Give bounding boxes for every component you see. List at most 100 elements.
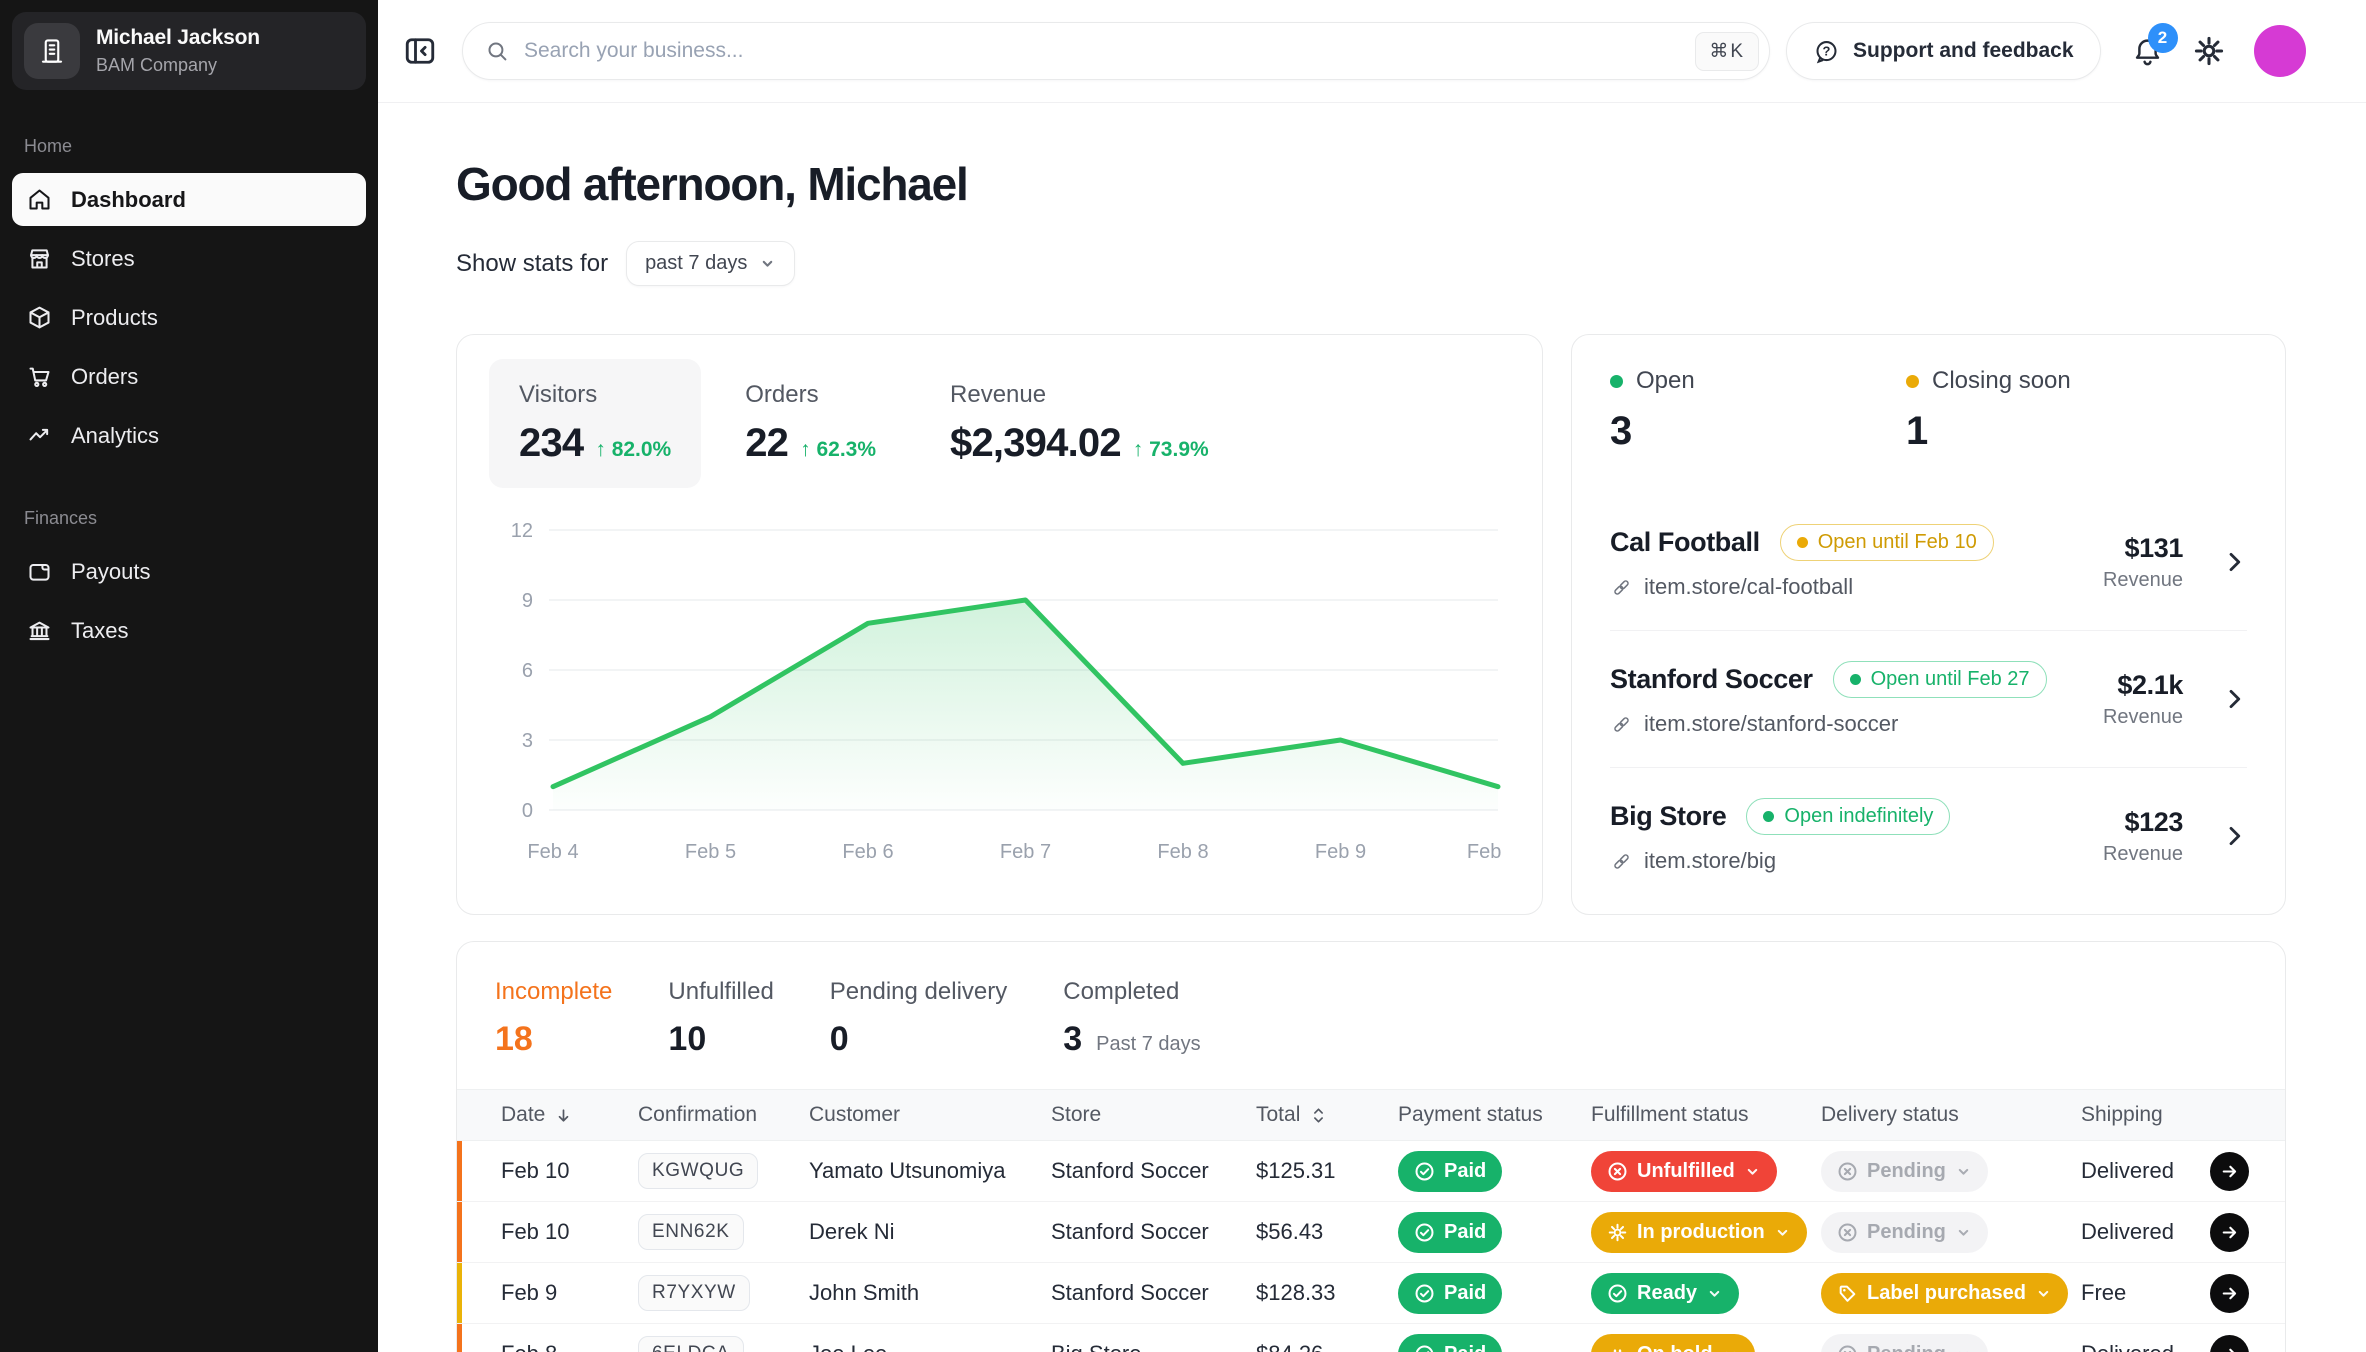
company-logo-icon xyxy=(24,23,80,79)
payment-status-badge: Paid xyxy=(1398,1273,1502,1314)
sort-desc-icon xyxy=(554,1106,573,1125)
open-order-button[interactable] xyxy=(2210,1152,2249,1191)
table-row[interactable]: Feb 9 R7YXYW John Smith Stanford Soccer … xyxy=(457,1263,2285,1324)
svg-text:12: 12 xyxy=(511,520,533,542)
stat-tile-visitors[interactable]: Visitors 234 ↑ 82.0% xyxy=(489,359,701,488)
confirmation-code: 6ELDCA xyxy=(638,1336,744,1352)
table-row[interactable]: Feb 10 KGWQUG Yamato Utsunomiya Stanford… xyxy=(457,1141,2285,1202)
closing-soon-count: 1 xyxy=(1906,409,2202,454)
visitors-delta: ↑ 82.0% xyxy=(595,438,671,462)
column-header-store: Store xyxy=(1051,1103,1256,1127)
table-row[interactable]: Feb 10 ENN62K Derek Ni Stanford Soccer $… xyxy=(457,1202,2285,1263)
user-avatar[interactable] xyxy=(2254,25,2306,77)
sidebar-item-products[interactable]: Products xyxy=(12,291,366,344)
closing-soon-stat: Closing soon 1 xyxy=(1906,367,2202,454)
store-status-badge: Open indefinitely xyxy=(1746,798,1950,835)
table-row[interactable]: Feb 8 6ELDCA Joe Lee Big Store $84.26 Pa… xyxy=(457,1324,2285,1352)
sidebar-item-dashboard[interactable]: Dashboard xyxy=(12,173,366,226)
fulfillment-status-select[interactable]: Ready xyxy=(1591,1273,1739,1314)
svg-text:?: ? xyxy=(1823,43,1831,58)
chevron-down-icon xyxy=(2035,1285,2052,1302)
support-feedback-button[interactable]: ? Support and feedback xyxy=(1786,22,2101,80)
open-order-button[interactable] xyxy=(2210,1213,2249,1252)
delivery-status-select[interactable]: Pending xyxy=(1821,1151,1988,1192)
open-stores-stat: Open 3 xyxy=(1610,367,1906,454)
sidebar-item-analytics[interactable]: Analytics xyxy=(12,409,366,462)
sidebar-section-home: Home xyxy=(24,136,354,157)
column-header-date[interactable]: Date xyxy=(501,1103,638,1127)
dashboard-app: Michael Jackson BAM Company Home Dashboa… xyxy=(0,0,2366,1352)
order-shipping: Delivered xyxy=(2081,1341,2193,1352)
chevron-down-icon xyxy=(759,255,776,272)
sidebar-item-orders[interactable]: Orders xyxy=(12,350,366,403)
delivery-status-select[interactable]: Label purchased xyxy=(1821,1273,2068,1314)
store-row-big-store[interactable]: Big Store Open indefinitely item.store/b… xyxy=(1610,767,2247,904)
column-header-customer: Customer xyxy=(809,1103,1051,1127)
check-circle-icon xyxy=(1414,1222,1435,1243)
order-store: Stanford Soccer xyxy=(1051,1280,1256,1306)
order-store: Stanford Soccer xyxy=(1051,1219,1256,1245)
x-circle-icon xyxy=(1837,1161,1858,1182)
stat-tile-orders[interactable]: Orders 22 ↑ 62.3% xyxy=(715,359,906,488)
date-range-select[interactable]: past 7 days xyxy=(626,241,795,286)
payment-status-badge: Paid xyxy=(1398,1212,1502,1253)
sidebar-item-payouts[interactable]: Payouts xyxy=(12,545,366,598)
tab-unfulfilled[interactable]: Unfulfilled 10 xyxy=(668,978,773,1059)
confirmation-code: KGWQUG xyxy=(638,1153,758,1189)
storefront-icon xyxy=(26,245,53,272)
search-bar[interactable]: ⌘K xyxy=(462,22,1770,80)
sidebar: Michael Jackson BAM Company Home Dashboa… xyxy=(0,0,378,1352)
package-icon xyxy=(26,304,53,331)
tag-icon xyxy=(1837,1283,1858,1304)
page-title: Good afternoon, Michael xyxy=(456,157,2286,211)
link-icon xyxy=(1610,850,1633,873)
svg-text:Feb 9: Feb 9 xyxy=(1315,841,1366,863)
link-icon xyxy=(1610,713,1633,736)
store-url-link[interactable]: item.store/cal-football xyxy=(1610,574,2103,600)
notifications-button[interactable]: 2 xyxy=(2131,35,2164,68)
settings-button[interactable] xyxy=(2192,34,2226,68)
delivery-status-select[interactable]: Pending xyxy=(1821,1212,1988,1253)
tab-incomplete[interactable]: Incomplete 18 xyxy=(495,978,612,1059)
delivery-status-select[interactable]: Pending xyxy=(1821,1334,1988,1352)
store-row-cal-football[interactable]: Cal Football Open until Feb 10 item.stor… xyxy=(1610,494,2247,630)
tab-pending-delivery[interactable]: Pending delivery 0 xyxy=(830,978,1007,1059)
tab-completed[interactable]: Completed 3 Past 7 days xyxy=(1063,978,1200,1059)
arrow-right-icon xyxy=(2219,1344,2240,1352)
analytics-icon xyxy=(26,422,53,449)
chevron-down-icon xyxy=(1955,1163,1972,1180)
store-revenue: $131 Revenue xyxy=(2103,533,2183,592)
store-status-badge: Open until Feb 10 xyxy=(1780,524,1994,561)
order-store: Stanford Soccer xyxy=(1051,1158,1256,1184)
search-input[interactable] xyxy=(524,39,1681,63)
store-url-link[interactable]: item.store/stanford-soccer xyxy=(1610,711,2103,737)
gear-icon xyxy=(2192,34,2226,68)
fulfillment-status-select[interactable]: On hold xyxy=(1591,1334,1755,1352)
visitors-value: 234 xyxy=(519,421,583,466)
sidebar-item-stores[interactable]: Stores xyxy=(12,232,366,285)
orders-delta: ↑ 62.3% xyxy=(800,438,876,462)
store-row-stanford-soccer[interactable]: Stanford Soccer Open until Feb 27 item.s… xyxy=(1610,630,2247,767)
column-header-total[interactable]: Total xyxy=(1256,1103,1398,1127)
closing-soon-status-dot xyxy=(1906,375,1919,388)
open-order-button[interactable] xyxy=(2210,1335,2249,1352)
keyboard-shortcut-badge: ⌘K xyxy=(1695,32,1759,71)
fulfillment-status-select[interactable]: In production xyxy=(1591,1212,1807,1253)
order-customer: Derek Ni xyxy=(809,1219,1051,1245)
payment-status-badge: Paid xyxy=(1398,1151,1502,1192)
sidebar-collapse-button[interactable] xyxy=(402,33,438,69)
open-count: 3 xyxy=(1610,409,1906,454)
store-url-link[interactable]: item.store/big xyxy=(1610,848,2103,874)
up-arrow-icon: ↑ xyxy=(1133,438,1149,461)
x-circle-icon xyxy=(1837,1222,1858,1243)
order-date: Feb 9 xyxy=(501,1280,638,1306)
fulfillment-status-select[interactable]: Unfulfilled xyxy=(1591,1151,1777,1192)
account-switcher[interactable]: Michael Jackson BAM Company xyxy=(12,12,366,90)
sidebar-item-taxes[interactable]: Taxes xyxy=(12,604,366,657)
table-header: Date Confirmation Customer Store Total P… xyxy=(457,1089,2285,1141)
order-store: Big Store xyxy=(1051,1341,1256,1352)
stat-tile-revenue[interactable]: Revenue $2,394.02 ↑ 73.9% xyxy=(920,359,1239,488)
open-order-button[interactable] xyxy=(2210,1274,2249,1313)
wallet-icon xyxy=(26,558,53,585)
order-shipping: Delivered xyxy=(2081,1158,2193,1184)
